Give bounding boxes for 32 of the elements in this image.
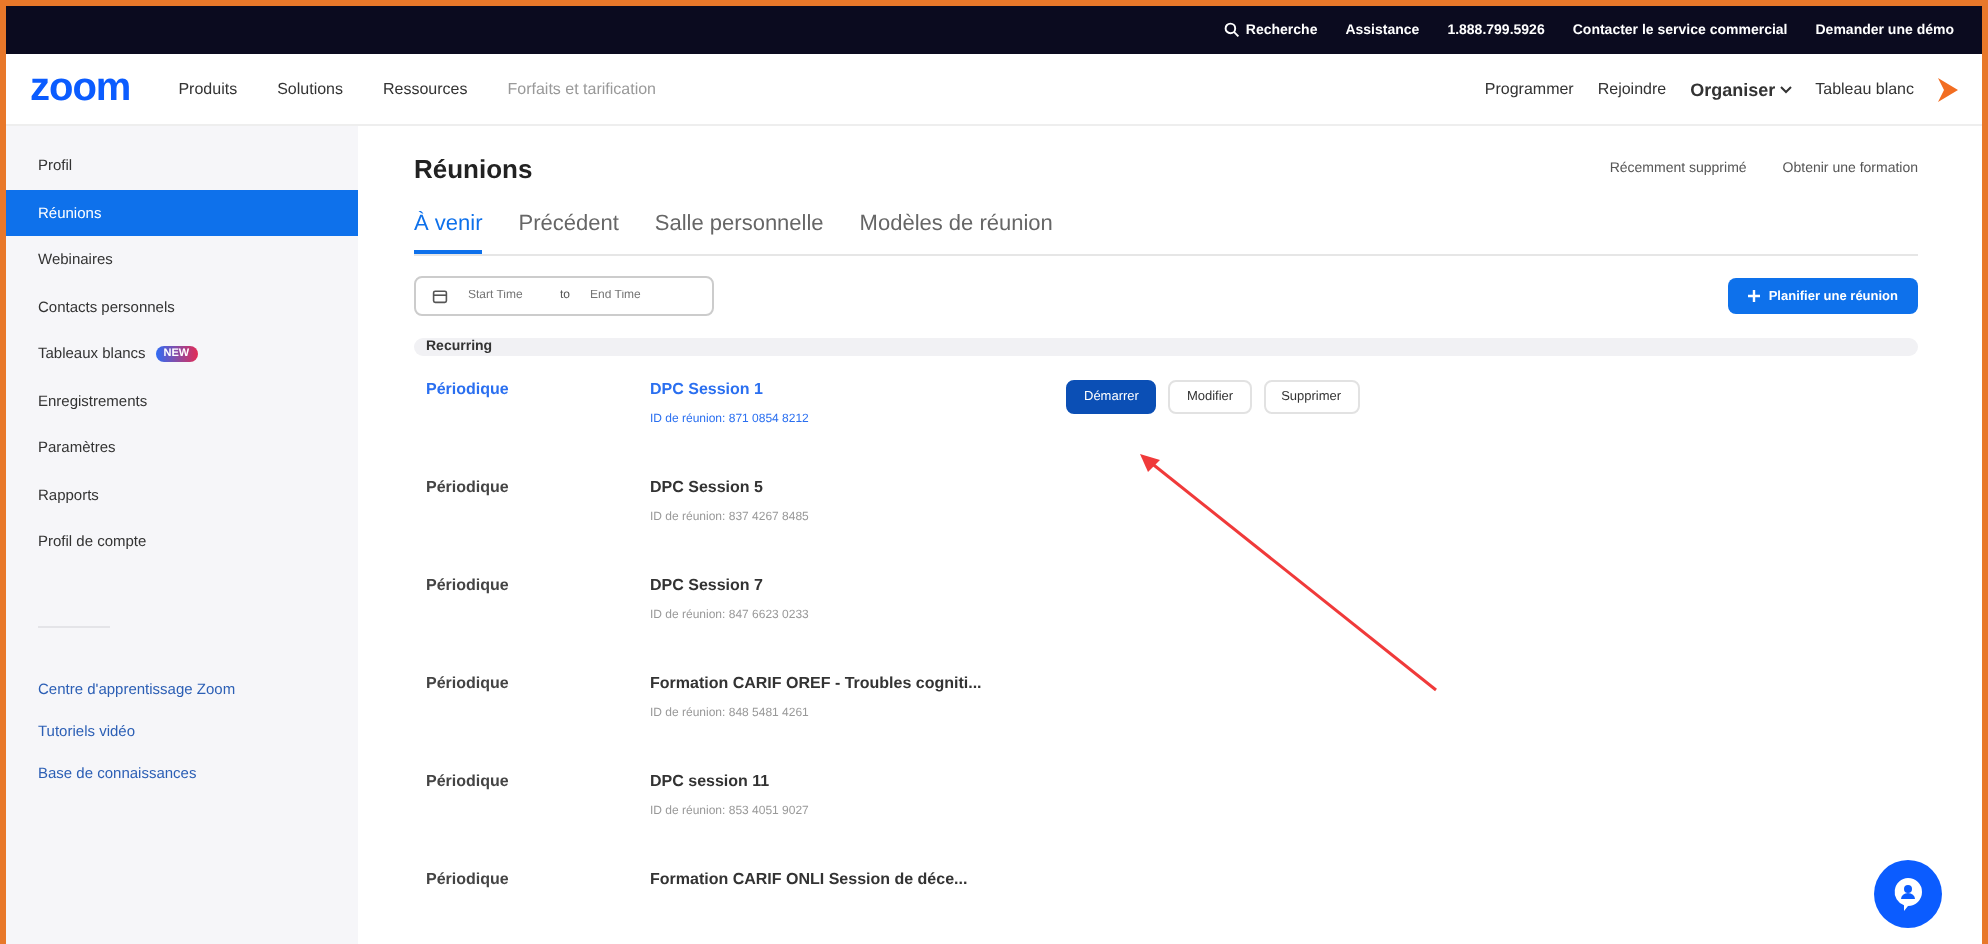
meeting-title[interactable]: DPC Session 5 (650, 478, 1066, 496)
meeting-type: Périodique (426, 576, 511, 594)
meeting-title[interactable]: DPC Session 1 (650, 380, 1066, 398)
nav-item[interactable]: Solutions (277, 80, 343, 98)
logo[interactable]: zoom (30, 66, 131, 112)
nav-item[interactable]: Organiser (1690, 79, 1792, 99)
tab[interactable]: Salle personnelle (654, 212, 824, 254)
tab[interactable]: Modèles de réunion (859, 212, 1053, 254)
meeting-type: Périodique (426, 478, 511, 496)
meeting-type: Périodique (426, 870, 511, 888)
meeting-type: Périodique (426, 674, 511, 692)
meeting-title[interactable]: Formation CARIF OREF - Troubles cogniti... (650, 674, 1066, 692)
calendar-icon (432, 288, 448, 304)
meeting-title[interactable]: DPC session 11 (650, 772, 1066, 790)
nav-item[interactable]: Produits (178, 80, 238, 98)
page-title: Réunions (414, 154, 533, 184)
chevron-down-icon (1779, 85, 1792, 93)
search-icon (1223, 22, 1240, 38)
play-icon[interactable] (1938, 77, 1958, 101)
meeting-type: Périodique (426, 380, 511, 398)
nav-item[interactable]: Rejoindre (1597, 80, 1667, 98)
meeting-title[interactable]: Formation CARIF ONLI Session de déce... (650, 870, 1066, 888)
meeting-type: Périodique (426, 772, 511, 790)
tab[interactable]: Précédent (518, 212, 619, 254)
plus-icon (1748, 290, 1761, 302)
nav-item[interactable]: Ressources (383, 80, 468, 98)
chat-icon (1890, 876, 1926, 912)
meeting-title[interactable]: DPC Session 7 (650, 576, 1066, 594)
tab[interactable]: À venir (414, 212, 483, 254)
nav-item[interactable]: Tableau blanc (1815, 80, 1914, 98)
chat-button[interactable] (1874, 860, 1942, 928)
nav-item[interactable]: Programmer (1484, 80, 1574, 98)
